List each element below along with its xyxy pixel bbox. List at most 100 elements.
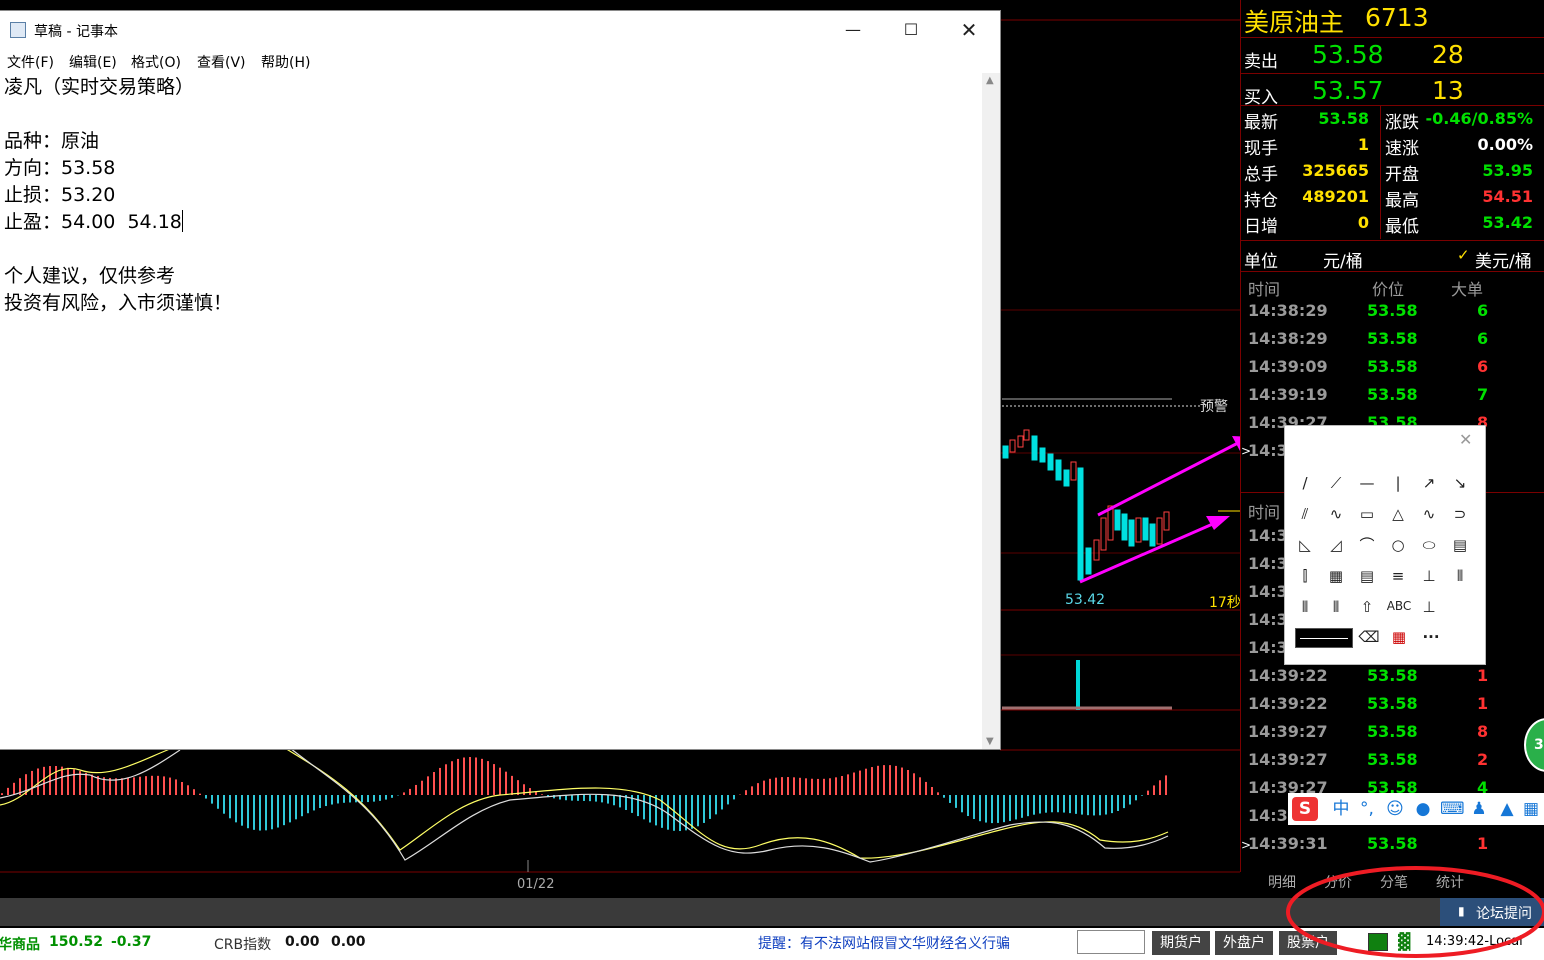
draw-tool-icon[interactable]: ▦ [1322, 563, 1350, 589]
microphone-icon[interactable]: ● [1412, 797, 1434, 821]
foreign-account-button[interactable]: 外盘户 [1215, 931, 1273, 955]
candle [1100, 517, 1107, 551]
draw-tool-icon[interactable]: ≡ [1384, 563, 1412, 589]
text-line: 方向：53.58 [4, 157, 116, 179]
candle [1093, 539, 1100, 561]
tick-row: 14:38:29 53.58 6 [1241, 329, 1541, 357]
tick-time: 14:39:22 [1248, 694, 1328, 713]
tick-header-time-2: 时间 [1248, 503, 1281, 522]
notepad-titlebar[interactable]: 草稿 - 记事本 — ☐ ✕ [0, 11, 1000, 49]
draw-tool-icon[interactable]: ⊃ [1446, 501, 1474, 527]
stat-label: 日增 [1244, 217, 1278, 237]
tick-time: 14:39:09 [1248, 357, 1328, 376]
ime-toolbar[interactable]: S 中 °, ☺ ● ⌨ ♟ ▲ ▦ [1288, 793, 1544, 825]
tick-row: 14:39:19 53.58 7 [1241, 385, 1541, 413]
notice-text[interactable]: 提醒：有不法网站假冒文华财经名义行骗 [758, 933, 1010, 953]
instrument-name: 美原油主 [1244, 8, 1345, 37]
draw-tool-icon[interactable]: — [1353, 470, 1381, 496]
candle [1163, 511, 1170, 531]
ime-lang[interactable]: 中 [1330, 797, 1352, 821]
draw-tool-icon[interactable]: ○ [1384, 532, 1412, 558]
draw-tool-icon[interactable]: ↘ [1446, 470, 1474, 496]
draw-tool-icon[interactable]: ◿ [1322, 532, 1350, 558]
menu-format[interactable]: 格式(O) [131, 52, 181, 72]
unit-label: 单位 [1244, 252, 1278, 272]
draw-tool-icon[interactable]: / [1291, 470, 1319, 496]
tick-time: 14:39:22 [1248, 666, 1328, 685]
draw-tool-icon[interactable]: ⊥ [1415, 563, 1443, 589]
draw-tool-icon[interactable]: ⊥ [1415, 594, 1443, 620]
unit-usd[interactable]: 美元/桶 [1475, 247, 1532, 272]
draw-tool-icon[interactable]: ⟋ [1322, 470, 1350, 496]
menu-help[interactable]: 帮助(H) [261, 52, 310, 72]
emoji-icon[interactable]: ☺ [1384, 797, 1406, 821]
more-tools-icon[interactable]: ··· [1417, 624, 1445, 650]
draw-tool-icon[interactable]: ▤ [1353, 563, 1381, 589]
drawing-toolbox[interactable]: ✕ / ⟋ — | ↗ ↘ ⫽ ∿ ▭ △ ∿ ⊃ ◺ ◿ ⌒ ○ ⬭ ▤ ⫿ ▦ ▤ ≡ ⊥ ⦀ ⦀ ⦀ ⇧ ⊥ ⌫ ▦ ··· A… [1284, 425, 1486, 665]
skin-icon[interactable]: ▲ [1496, 797, 1518, 821]
tick-price: 53.58 [1367, 694, 1418, 713]
instrument-code: 6713 [1365, 3, 1429, 32]
candle [1135, 517, 1142, 543]
stat-value: 0.00% [1477, 135, 1533, 154]
stat-value: 54.51 [1482, 187, 1533, 206]
text-line: 品种：原油 [4, 130, 100, 152]
draw-tool-icon[interactable]: ⌒ [1353, 532, 1381, 558]
tick-price: 53.58 [1367, 357, 1418, 376]
tick-row: 14:39:22 53.58 1 [1241, 666, 1541, 694]
search-input[interactable] [1077, 930, 1145, 954]
draw-tool-icon[interactable]: ∿ [1415, 501, 1443, 527]
sogou-logo-icon[interactable]: S [1292, 797, 1318, 821]
draw-tool-icon[interactable]: | [1384, 470, 1412, 496]
draw-tool-icon[interactable]: ⦀ [1446, 563, 1474, 589]
tick-volume: 7 [1477, 385, 1489, 404]
close-button[interactable]: ✕ [940, 11, 998, 49]
tick-price: 53.58 [1367, 329, 1418, 348]
low-price-label: 53.42 [1065, 592, 1106, 608]
stat-value: 325665 [1302, 161, 1369, 180]
draw-tool-icon[interactable]: ▭ [1353, 501, 1381, 527]
draw-tool-icon[interactable]: ▤ [1446, 532, 1474, 558]
toolbox-close-icon[interactable]: ✕ [1459, 430, 1472, 449]
keyboard-icon[interactable]: ⌨ [1440, 797, 1465, 821]
text-tool-icon[interactable]: ABC [1385, 593, 1413, 619]
unit-cny[interactable]: 元/桶 [1323, 247, 1363, 272]
color-picker-icon[interactable]: ▦ [1385, 624, 1413, 650]
line-style-selector[interactable] [1295, 628, 1353, 648]
candle [1128, 519, 1135, 547]
draw-tool-icon[interactable]: △ [1384, 501, 1412, 527]
futures-account-button[interactable]: 期货户 [1152, 931, 1210, 955]
draw-tool-icon[interactable]: ⦀ [1291, 594, 1319, 620]
scroll-up-icon[interactable]: ▲ [986, 75, 994, 86]
notepad-window[interactable]: 草稿 - 记事本 — ☐ ✕ 文件(F) 编辑(E) 格式(O) 查看(V) 帮… [0, 10, 1001, 750]
draw-tool-icon[interactable]: ◺ [1291, 532, 1319, 558]
draw-tool-icon[interactable]: ⫽ [1291, 501, 1319, 527]
draw-tool-icon[interactable]: ⇧ [1353, 594, 1381, 620]
grid-icon[interactable]: ▦ [1520, 797, 1542, 821]
eraser-icon[interactable]: ⌫ [1355, 624, 1383, 650]
draw-tool-icon[interactable]: ↗ [1415, 470, 1443, 496]
buy-volume: 13 [1432, 76, 1464, 105]
index1-change: -0.37 [111, 934, 152, 950]
menu-view[interactable]: 查看(V) [197, 52, 246, 72]
menu-edit[interactable]: 编辑(E) [69, 52, 117, 72]
text-editor[interactable]: 凌凡（实时交易策略）​品种：原油方向：53.58止损：53.20止盈：54.00… [4, 74, 980, 749]
vertical-scrollbar[interactable]: ▲ ▼ [982, 73, 1000, 749]
minimize-button[interactable]: — [824, 11, 882, 49]
candle [1142, 517, 1149, 541]
tick-volume: 8 [1477, 722, 1489, 741]
stat-label: 开盘 [1385, 165, 1419, 185]
text-line: 凌凡（实时交易策略） [4, 76, 195, 98]
user-icon[interactable]: ♟ [1468, 797, 1490, 821]
draw-tool-icon[interactable]: ⬭ [1415, 532, 1443, 558]
scroll-down-icon[interactable]: ▼ [986, 736, 994, 747]
maximize-button[interactable]: ☐ [882, 11, 940, 49]
stat-value: 53.58 [1318, 109, 1369, 128]
draw-tool-icon[interactable]: ⦀ [1322, 594, 1350, 620]
check-icon: ✓ [1457, 246, 1470, 264]
sell-volume: 28 [1432, 40, 1464, 69]
draw-tool-icon[interactable]: ⫿ [1291, 563, 1319, 589]
ime-punct[interactable]: °, [1356, 797, 1378, 821]
menu-file[interactable]: 文件(F) [7, 52, 54, 72]
draw-tool-icon[interactable]: ∿ [1322, 501, 1350, 527]
